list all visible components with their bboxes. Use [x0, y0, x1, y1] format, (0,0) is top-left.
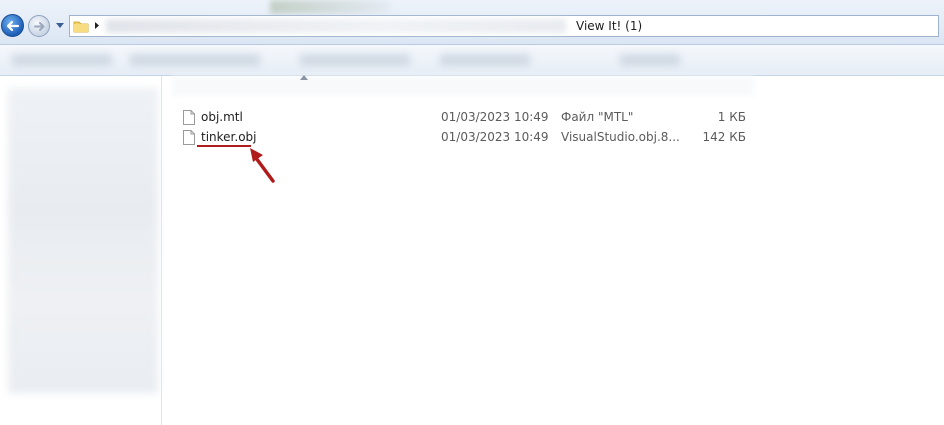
back-button[interactable]: [1, 14, 24, 37]
arrow-right-icon: [34, 22, 45, 31]
file-date: 01/03/2023 10:49: [441, 110, 549, 124]
file-type: VisualStudio.obj.8...: [561, 130, 680, 144]
arrow-left-icon: [6, 20, 20, 32]
blurred-command: [300, 54, 410, 66]
recent-pages-dropdown[interactable]: [55, 20, 65, 30]
blurred-command: [620, 54, 680, 66]
file-icon: [183, 130, 195, 145]
file-name: obj.mtl: [201, 110, 243, 124]
blurred-path: [106, 19, 566, 33]
folder-icon: [73, 21, 89, 33]
annotation-arrow-icon: [250, 148, 275, 183]
forward-button[interactable]: [28, 15, 50, 37]
file-icon: [183, 110, 195, 125]
file-name: tinker.obj: [201, 130, 257, 144]
navigation-pane[interactable]: [0, 76, 162, 425]
blurred-command: [440, 54, 530, 66]
blurred-region: [270, 0, 390, 14]
address-bar: View It! (1): [0, 0, 944, 45]
column-header[interactable]: [172, 76, 754, 96]
blurred-command: [130, 54, 260, 66]
command-bar: [0, 45, 944, 76]
breadcrumb[interactable]: View It! (1): [69, 15, 939, 37]
sort-ascending-icon: [300, 75, 308, 80]
chevron-right-icon[interactable]: [94, 21, 100, 30]
file-type: Файл "MTL": [561, 110, 634, 124]
annotation-underline: [197, 145, 251, 147]
file-row[interactable]: obj.mtl 01/03/2023 10:49 Файл "MTL" 1 КБ: [178, 108, 758, 128]
file-date: 01/03/2023 10:49: [441, 130, 549, 144]
blurred-navigation: [8, 88, 158, 393]
file-size: 142 КБ: [702, 130, 746, 144]
file-size: 1 КБ: [717, 110, 746, 124]
current-folder-title: View It! (1): [576, 19, 643, 33]
blurred-command: [12, 54, 112, 66]
